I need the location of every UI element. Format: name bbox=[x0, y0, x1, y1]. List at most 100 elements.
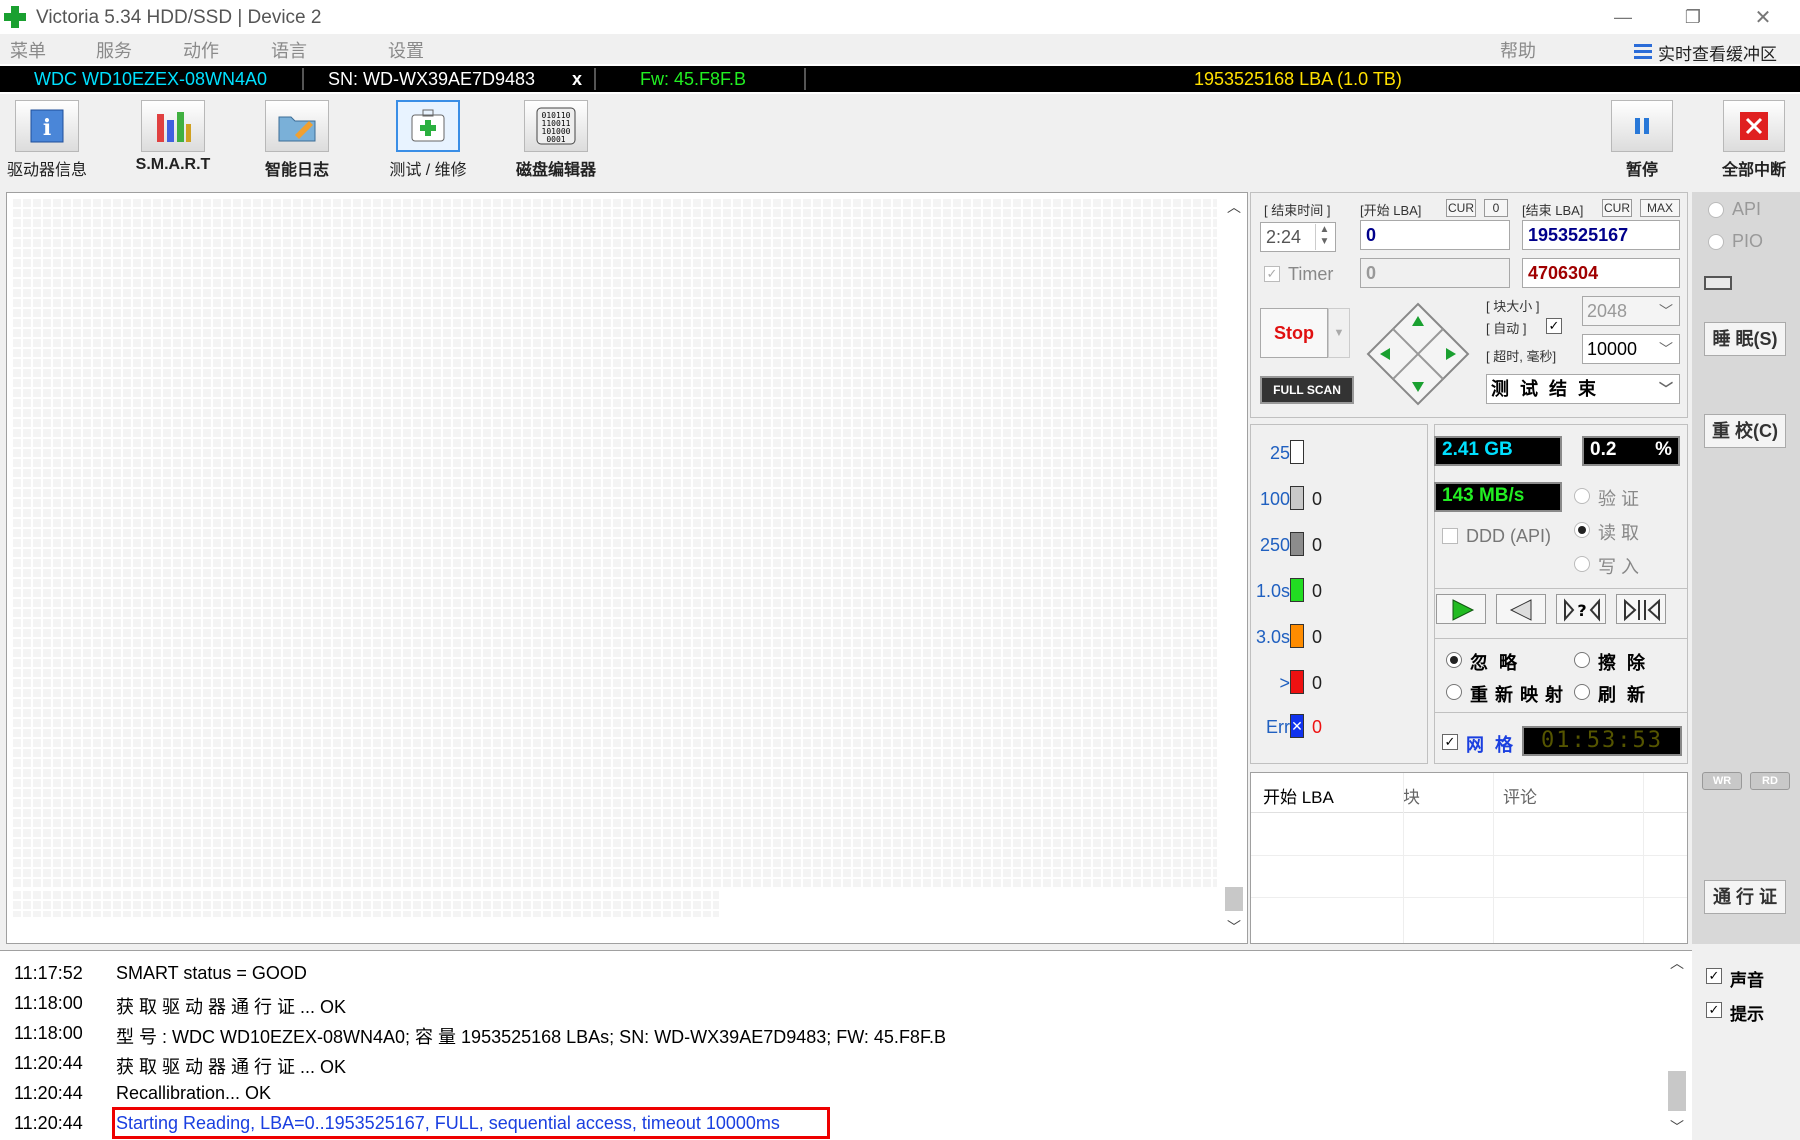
auto-checkbox[interactable]: ✓ bbox=[1546, 318, 1562, 334]
end-action-select[interactable]: 测 试 结 束 ﹀ bbox=[1486, 374, 1680, 404]
time-spinner[interactable]: 2:24 ▲ ▼ bbox=[1260, 222, 1336, 252]
scroll-up-icon[interactable]: ︿ bbox=[1227, 197, 1241, 217]
histogram-count: 0 bbox=[1312, 489, 1323, 509]
rewind-icon bbox=[1509, 599, 1532, 621]
verify-radio[interactable] bbox=[1574, 488, 1590, 504]
rewind-button[interactable] bbox=[1496, 594, 1546, 624]
end-max-button[interactable]: MAX bbox=[1640, 199, 1680, 217]
block-size-select[interactable]: 2048 ﹀ bbox=[1582, 296, 1680, 326]
log-time: 11:20:44 bbox=[14, 1113, 83, 1133]
percent-display: 0.2 % bbox=[1582, 436, 1680, 466]
map-scrollbar[interactable]: ︿ ﹀ bbox=[1221, 193, 1247, 943]
column-start-lba[interactable]: 开始 LBA bbox=[1263, 783, 1334, 808]
scroll-down-icon[interactable]: ﹀ bbox=[1227, 917, 1241, 937]
log-message: 型 号 : WDC WD10EZEX-08WN4A0; 容 量 19535251… bbox=[116, 1027, 946, 1047]
pio-radio[interactable] bbox=[1708, 234, 1724, 250]
log-scrollbar[interactable]: ︿ ﹀ bbox=[1664, 951, 1690, 1139]
disk-editor-button[interactable]: 010110 110011 101000 0001 磁盘编辑器 bbox=[508, 100, 604, 180]
spinner-arrows-icon[interactable]: ▲ ▼ bbox=[1315, 224, 1333, 250]
recalibrate-button[interactable]: 重 校(C) bbox=[1704, 414, 1786, 448]
bar-chart-icon bbox=[141, 100, 205, 152]
log-message: SMART status = GOOD bbox=[116, 963, 307, 983]
smart-log-label: 智能日志 bbox=[264, 162, 329, 179]
timeout-select[interactable]: 10000 ﹀ bbox=[1582, 334, 1680, 364]
smart-log-button[interactable]: 智能日志 bbox=[254, 100, 340, 180]
column-comment[interactable]: 评论 bbox=[1503, 783, 1537, 808]
read-radio[interactable] bbox=[1574, 522, 1590, 538]
binary-icon: 010110 110011 101000 0001 bbox=[524, 100, 588, 152]
erase-radio[interactable] bbox=[1574, 652, 1590, 668]
verify-label: 验 证 bbox=[1598, 489, 1640, 509]
histogram-label: 3.0s bbox=[1255, 627, 1290, 647]
smart-button[interactable]: S.M.A.R.T bbox=[130, 100, 216, 180]
sound-checkbox[interactable]: ✓ bbox=[1706, 968, 1722, 984]
abort-all-label: 全部中断 bbox=[1721, 162, 1786, 179]
grid-label: 网 格 bbox=[1466, 735, 1517, 755]
ignore-label: 忽 略 bbox=[1470, 653, 1521, 673]
end-cur-button[interactable]: CUR bbox=[1602, 199, 1632, 217]
timer-checkbox[interactable]: ✓ bbox=[1264, 266, 1280, 282]
butterfly-button[interactable] bbox=[1616, 594, 1666, 624]
ddd-api-checkbox[interactable] bbox=[1442, 528, 1458, 544]
start-lba-input[interactable]: 0 bbox=[1360, 220, 1510, 250]
drive-firmware: Fw: 45.F8F.B bbox=[640, 69, 747, 89]
minimize-button[interactable]: — bbox=[1588, 0, 1658, 34]
timer-label: Timer bbox=[1288, 264, 1334, 284]
refresh-radio[interactable] bbox=[1574, 684, 1590, 700]
passport-button[interactable]: 通 行 证 bbox=[1704, 880, 1786, 914]
play-button[interactable] bbox=[1436, 594, 1486, 624]
histogram-count: 0 bbox=[1312, 717, 1323, 737]
hints-checkbox[interactable]: ✓ bbox=[1706, 1002, 1722, 1018]
write-radio[interactable] bbox=[1574, 556, 1590, 572]
stop-button[interactable]: Stop bbox=[1260, 308, 1328, 358]
end-time-label: [ 结束时间 ] bbox=[1264, 203, 1331, 218]
close-button[interactable]: ✕ bbox=[1728, 0, 1798, 34]
full-scan-button[interactable]: FULL SCAN bbox=[1260, 376, 1354, 404]
current-lba-field: 4706304 bbox=[1522, 258, 1680, 288]
menu-language[interactable]: 语言 bbox=[271, 37, 307, 63]
random-seek-button[interactable]: ? bbox=[1556, 594, 1606, 624]
pause-button[interactable]: 暂停 bbox=[1604, 100, 1680, 180]
abort-all-button[interactable]: 全部中断 bbox=[1712, 100, 1796, 180]
refresh-label: 刷 新 bbox=[1598, 685, 1649, 705]
remap-label: 重 新 映 射 bbox=[1470, 685, 1565, 705]
rd-indicator: RD bbox=[1750, 772, 1790, 790]
histogram-bar bbox=[1290, 578, 1304, 602]
restore-button[interactable]: ❐ bbox=[1658, 0, 1728, 34]
menu-main[interactable]: 菜单 bbox=[10, 37, 46, 63]
timer-input[interactable]: 0 bbox=[1360, 258, 1510, 288]
end-lba-input[interactable]: 1953525167 bbox=[1522, 220, 1680, 250]
scroll-thumb[interactable] bbox=[1225, 887, 1243, 911]
realtime-buffer-button[interactable]: 实时查看缓冲区 bbox=[1634, 40, 1777, 65]
test-repair-button[interactable]: 测试 / 维修 bbox=[380, 100, 476, 180]
start-zero-button[interactable]: 0 bbox=[1484, 199, 1508, 217]
histogram: 25 100 0 250 0 1.0s 0 3.0s 0 > 0 Err ✕ 0 bbox=[1250, 440, 1428, 760]
drive-model[interactable]: WDC WD10EZEX-08WN4A0 bbox=[26, 66, 296, 92]
separator bbox=[594, 68, 596, 90]
start-cur-button[interactable]: CUR bbox=[1446, 199, 1476, 217]
drive-serial: SN: WD-WX39AE7D9483 bbox=[328, 69, 536, 89]
play-icon bbox=[1452, 599, 1475, 621]
direction-pad-icon[interactable] bbox=[1366, 302, 1470, 406]
grid-checkbox[interactable]: ✓ bbox=[1442, 734, 1458, 750]
chevron-down-icon: ﹀ bbox=[1659, 381, 1673, 397]
stop-dropdown-icon[interactable]: ▼ bbox=[1328, 308, 1350, 358]
sleep-button[interactable]: 睡 眠(S) bbox=[1704, 322, 1786, 356]
drive-info-button[interactable]: i 驱动器信息 bbox=[4, 100, 90, 180]
remap-radio[interactable] bbox=[1446, 684, 1462, 700]
column-block[interactable]: 块 bbox=[1403, 783, 1420, 808]
menu-help[interactable]: 帮助 bbox=[1500, 37, 1536, 63]
menu-settings[interactable]: 设置 bbox=[388, 37, 424, 63]
ignore-radio[interactable] bbox=[1446, 652, 1462, 668]
scan-map: ︿ ﹀ bbox=[6, 192, 1248, 944]
histogram-bar bbox=[1290, 532, 1304, 556]
scroll-down-icon[interactable]: ﹀ bbox=[1670, 1117, 1684, 1137]
api-radio[interactable] bbox=[1708, 202, 1724, 218]
scroll-up-icon[interactable]: ︿ bbox=[1670, 953, 1684, 973]
menu-service[interactable]: 服务 bbox=[96, 37, 132, 63]
log-message: 获 取 驱 动 器 通 行 证 ... OK bbox=[116, 1057, 347, 1077]
row-divider bbox=[1251, 897, 1687, 898]
scroll-thumb[interactable] bbox=[1668, 1071, 1686, 1111]
menu-action[interactable]: 动作 bbox=[183, 37, 219, 63]
drive-close-button[interactable]: x bbox=[564, 66, 594, 92]
